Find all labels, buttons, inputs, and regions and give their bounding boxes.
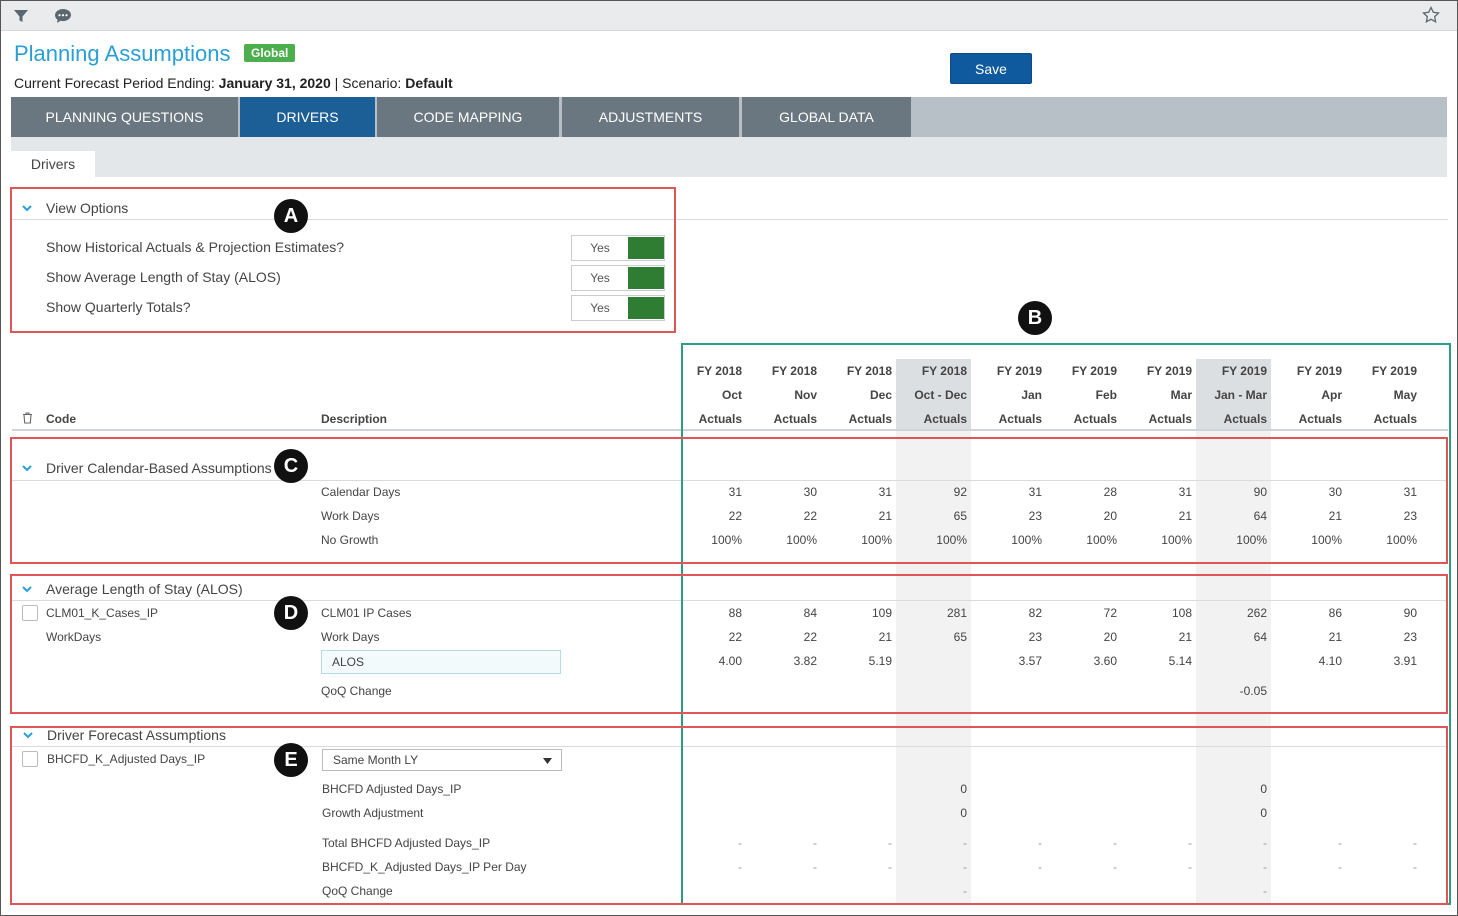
tab-drivers[interactable]: DRIVERS <box>240 97 375 137</box>
page-title: Planning Assumptions <box>14 41 231 66</box>
tab-code-mapping[interactable]: CODE MAPPING <box>377 97 559 137</box>
description-column-header: Description <box>321 412 388 426</box>
subtab-drivers[interactable]: Drivers <box>11 151 95 177</box>
tab-adjustments[interactable]: ADJUSTMENTS <box>562 97 739 137</box>
marker-d: D <box>274 596 308 630</box>
period-value: January 31, 2020 <box>218 75 331 91</box>
highlight-box-forecast <box>10 726 1448 905</box>
marker-a: A <box>274 199 308 233</box>
marker-c: C <box>274 449 308 483</box>
scenario-label: | Scenario: <box>330 75 406 91</box>
code-column-header: Code <box>46 412 76 426</box>
forecast-period-info: Current Forecast Period Ending: January … <box>14 75 453 91</box>
marker-e: E <box>274 743 308 777</box>
tab-planning-questions[interactable]: PLANNING QUESTIONS <box>11 97 238 137</box>
subtab-bar <box>11 137 1447 177</box>
tab-global-data[interactable]: GLOBAL DATA <box>742 97 911 137</box>
marker-b: B <box>1018 301 1052 335</box>
highlight-box-view-options <box>10 187 676 333</box>
highlight-box-calendar <box>10 437 1448 564</box>
highlight-box-alos <box>10 574 1448 714</box>
scenario-value: Default <box>405 75 453 91</box>
comment-icon[interactable] <box>53 6 73 26</box>
main-tabs: PLANNING QUESTIONS DRIVERS CODE MAPPING … <box>11 97 1447 137</box>
period-label: Current Forecast Period Ending: <box>14 75 219 91</box>
global-badge: Global <box>244 44 296 62</box>
trash-icon[interactable] <box>20 410 34 426</box>
save-button[interactable]: Save <box>950 53 1032 84</box>
star-icon[interactable] <box>1421 5 1441 25</box>
top-toolbar <box>1 1 1457 31</box>
filter-icon[interactable] <box>11 6 31 26</box>
